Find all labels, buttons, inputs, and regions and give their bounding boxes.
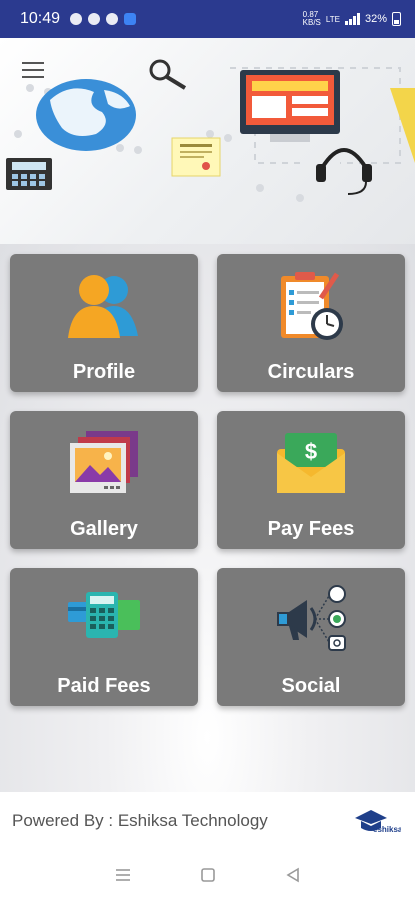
notification-icons [70,13,137,25]
tile-label: Circulars [267,361,355,383]
profile-users-icon [64,268,144,349]
tile-profile[interactable]: Profile [10,254,198,392]
tile-paid-fees[interactable]: Paid Fees [10,568,198,706]
tile-label: Social [281,675,341,697]
bluetooth-icon [124,13,137,25]
battery-icon [392,12,401,26]
tile-gallery[interactable]: Gallery [10,411,198,549]
header-banner [0,38,415,244]
clipboard-clock-icon [271,268,351,349]
tile-label: Pay Fees [267,518,355,540]
signal-icon [344,13,360,25]
hamburger-menu-icon[interactable] [22,62,44,78]
battery-percent: 32% [364,13,387,25]
tile-label: Profile [72,361,136,383]
network-speed: 0.87 KB/S [302,10,321,27]
recent-apps-icon[interactable] [113,865,133,885]
svg-text:$: $ [305,439,317,464]
card-calculator-icon [64,582,144,663]
tile-label: Gallery [70,518,138,540]
home-icon[interactable] [198,865,218,885]
back-icon[interactable] [283,865,303,885]
tile-pay-fees[interactable]: $ Pay Fees [217,411,405,549]
money-envelope-icon: $ [271,425,351,506]
status-time: 10:49 [20,10,61,27]
status-right: 0.87 KB/S LTE 32% [303,11,401,27]
menu-grid: Profile Circulars Gallery $ Pay Fees Pai… [0,244,415,792]
powered-by-text: Powered By : Eshiksa Technology [12,811,268,830]
app-notification-icon [88,13,101,25]
megaphone-social-icon [271,582,351,663]
shield-icon [106,13,119,25]
tile-circulars[interactable]: Circulars [217,254,405,392]
system-nav-bar [0,850,415,900]
logo-text: eshiksa [373,825,401,834]
status-bar: 10:49 0.87 KB/S LTE 32% [0,0,415,38]
network-type: LTE [325,14,340,24]
banner-illustration [6,59,415,202]
whatsapp-icon [70,13,83,25]
eshiksa-logo-icon: eshiksa [353,808,403,839]
photo-gallery-icon [64,425,144,506]
tile-label: Paid Fees [57,675,151,697]
tile-social[interactable]: Social [217,568,405,706]
footer: Powered By : Eshiksa Technology eshiksa [0,792,415,850]
